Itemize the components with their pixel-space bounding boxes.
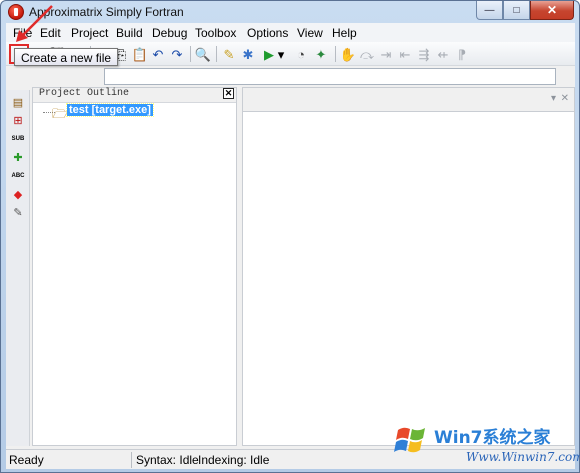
watermark-url: Www.Winwin7.com — [466, 450, 580, 464]
menu-view[interactable]: View — [297, 26, 323, 40]
comment-icon[interactable]: ⁋ — [453, 45, 471, 63]
find-icon[interactable]: 🔍 — [194, 45, 212, 63]
editor-tab-bar: ▾ ✕ — [243, 88, 574, 112]
menu-options[interactable]: Options — [247, 26, 288, 40]
close-panel-button[interactable]: ✕ — [223, 88, 234, 99]
run-dropdown-icon[interactable]: ▾ — [276, 45, 286, 63]
maximize-button[interactable]: □ — [503, 1, 530, 20]
stopwatch-icon[interactable]: ◔ — [292, 45, 310, 63]
menu-bar: File Edit Project Build Debug Toolbox Op… — [6, 23, 575, 42]
menu-build[interactable]: Build — [116, 26, 143, 40]
status-divider — [131, 452, 132, 468]
watermark-brand: Win7系统之家 — [434, 428, 551, 448]
debug-bug-icon[interactable]: ✦ — [312, 45, 330, 63]
outdent-icon[interactable]: ⇷ — [434, 45, 452, 63]
redo-icon[interactable]: ↷ — [168, 45, 186, 63]
tree-item-project[interactable]: test [target.exe] — [66, 103, 154, 117]
menu-project[interactable]: Project — [71, 26, 108, 40]
panel-title: Project Outline — [39, 88, 130, 99]
minimize-button[interactable]: — — [476, 1, 503, 20]
step-over-icon[interactable]: ⤼ — [358, 45, 376, 63]
menu-toolbox[interactable]: Toolbox — [195, 26, 236, 40]
project-folder-icon: 🗁 — [52, 106, 69, 121]
client-area: File Edit Project Build Debug Toolbox Op… — [6, 23, 575, 469]
undo-icon[interactable]: ↶ — [149, 45, 167, 63]
tab-list-dropdown-icon[interactable]: ▾ — [551, 93, 556, 104]
step-into-icon[interactable]: ⇥ — [377, 45, 395, 63]
close-window-button[interactable]: ✕ — [530, 1, 574, 20]
indexing-status: Indexing: Idle — [198, 453, 270, 467]
debug-hand-icon[interactable]: ✋ — [339, 45, 357, 63]
types-icon[interactable]: ◆ — [10, 186, 26, 202]
module-icon[interactable]: ✚ — [10, 149, 26, 165]
build-icon[interactable]: ✎ — [220, 45, 238, 63]
project-tree: 🗁 test [target.exe] — [33, 102, 236, 445]
menu-help[interactable]: Help — [332, 26, 357, 40]
search-input[interactable] — [104, 68, 556, 85]
subroutine-icon[interactable]: SUB — [10, 131, 26, 147]
tooltip: Create a new file — [14, 48, 119, 66]
panel-header: Project Outline ✕ — [33, 88, 236, 101]
windows-logo-icon — [394, 427, 425, 453]
app-window: Approximatrix Simply Fortran — □ ✕ File … — [0, 0, 580, 473]
menu-debug[interactable]: Debug — [152, 26, 187, 40]
project-icon[interactable]: ▤ — [10, 94, 26, 110]
annotation-arrow — [16, 5, 53, 42]
toolbar-separator — [190, 46, 191, 62]
editor-pane[interactable]: ▾ ✕ — [242, 87, 575, 446]
side-tool-strip: ▤ ⊞ SUB ✚ ABC ◆ ✎ — [6, 90, 30, 446]
watermark: Win7系统之家 Www.Winwin7.com — [388, 418, 580, 470]
step-out-icon[interactable]: ⇤ — [396, 45, 414, 63]
status-text: Ready — [9, 453, 44, 467]
toolbar-separator — [335, 46, 336, 62]
paste-icon[interactable]: 📋 — [131, 45, 149, 63]
close-tab-icon[interactable]: ✕ — [561, 93, 569, 104]
settings-gear-icon[interactable]: ✱ — [239, 45, 257, 63]
toolbar-separator — [216, 46, 217, 62]
syntax-status: Syntax: Idle — [136, 453, 199, 467]
tools-icon[interactable]: ✎ — [10, 204, 26, 220]
project-outline-panel: Project Outline ✕ 🗁 test [target.exe] — [32, 87, 237, 446]
indent-icon[interactable]: ⇶ — [415, 45, 433, 63]
variable-icon[interactable]: ABC — [10, 168, 26, 184]
structure-icon[interactable]: ⊞ — [10, 112, 26, 128]
title-bar[interactable]: Approximatrix Simply Fortran — □ ✕ — [1, 1, 579, 23]
